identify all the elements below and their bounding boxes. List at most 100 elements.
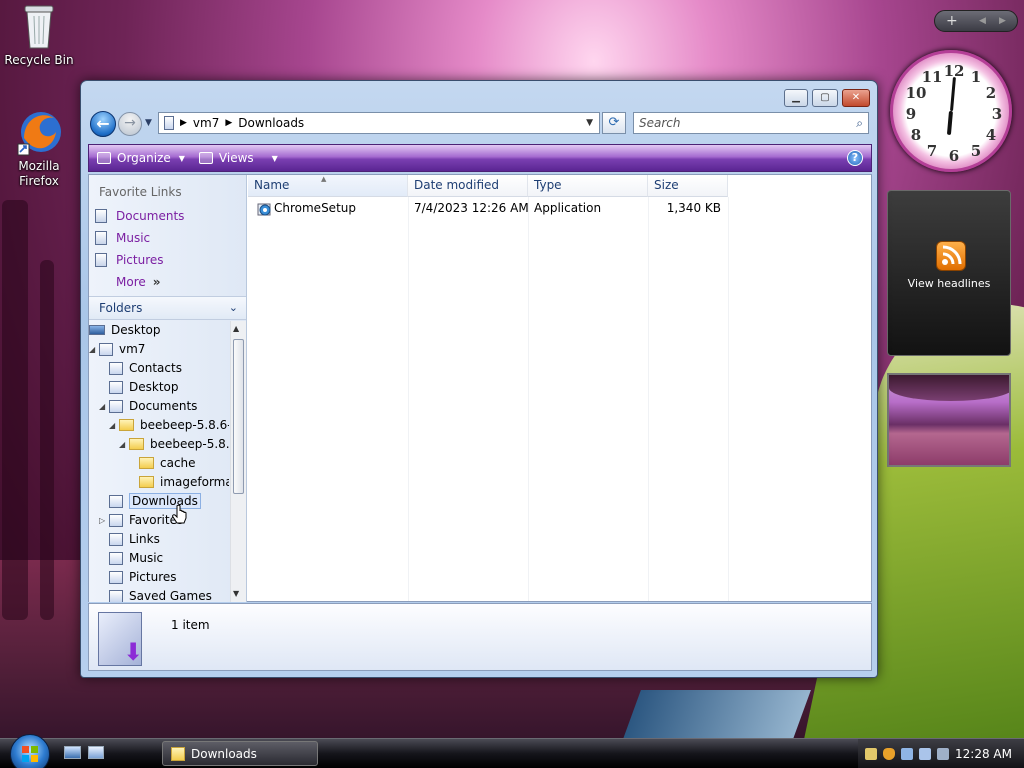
file-name[interactable]: ChromeSetup (274, 199, 356, 217)
tree-item-label: imageformat (160, 475, 229, 489)
chevron-left-icon[interactable]: ◀ (979, 11, 986, 31)
tree-item-desktop-folder[interactable]: Desktop (109, 378, 179, 396)
column-header-label: Name (254, 178, 290, 192)
switch-windows-icon[interactable] (88, 746, 104, 759)
favorite-link-more[interactable]: More » (116, 275, 161, 289)
forward-button[interactable]: → (118, 112, 142, 136)
address-bar[interactable]: ▶ vm7 ▶ Downloads ▼ (158, 112, 600, 134)
search-icon[interactable]: ⌕ (856, 116, 863, 131)
command-bar: Organize ▼ Views ▼ ? (88, 144, 872, 172)
navigation-pane: Favorite Links Documents Music Pictures … (89, 175, 247, 602)
wallpaper-tree (2, 200, 28, 620)
tree-item-beebeep-parent[interactable]: ◢ beebeep-5.8.6-q (109, 416, 229, 434)
column-header-label: Size (654, 178, 679, 192)
sort-ascending-icon: ▲ (321, 175, 327, 183)
views-button[interactable]: Views ▼ (198, 151, 278, 165)
column-header-name[interactable]: Name ▲ (248, 175, 408, 197)
scrollbar-thumb[interactable] (233, 339, 244, 494)
organize-button[interactable]: Organize ▼ (97, 151, 185, 165)
folder-tree-scrollbar[interactable]: ▲ ▼ (230, 321, 246, 602)
search-input[interactable]: Search (639, 116, 681, 130)
slideshow-gadget[interactable] (887, 373, 1011, 467)
close-button[interactable]: ✕ (842, 89, 870, 107)
tree-item-label: Music (129, 551, 164, 565)
tree-item-vm7[interactable]: ◢ vm7 (89, 340, 145, 358)
breadcrumb-separator-icon[interactable]: ▶ (225, 118, 232, 128)
sidebar-controls[interactable]: + ◀ ▶ (934, 10, 1018, 32)
file-type: Application (534, 201, 602, 215)
taskbar-clock[interactable]: 12:28 AM (955, 747, 1012, 761)
clock-number: 11 (921, 68, 943, 86)
tree-item-documents[interactable]: ◢ Documents (99, 397, 197, 415)
chevron-right-icon[interactable]: ▶ (999, 11, 1006, 31)
minimize-button[interactable]: ▁ (784, 89, 808, 107)
column-header-type[interactable]: Type (528, 175, 648, 197)
breadcrumb-item[interactable]: vm7 (193, 116, 219, 130)
folder-icon (119, 419, 134, 431)
tree-item-desktop[interactable]: Desktop (89, 321, 161, 339)
expanded-arrow-icon[interactable]: ◢ (119, 440, 129, 449)
music-icon (95, 231, 107, 245)
collapsed-arrow-icon[interactable]: ▷ (99, 516, 109, 525)
expanded-arrow-icon[interactable]: ◢ (99, 402, 109, 411)
column-header-size[interactable]: Size (648, 175, 728, 197)
pictures-icon (109, 570, 123, 584)
tree-item-cache[interactable]: cache (139, 454, 196, 472)
taskbar-button-downloads[interactable]: Downloads (162, 741, 318, 766)
add-gadget-button[interactable]: + (946, 11, 958, 31)
volume-icon[interactable] (937, 747, 950, 760)
scroll-up-icon[interactable]: ▲ (233, 324, 239, 333)
expanded-arrow-icon[interactable]: ◢ (109, 421, 119, 430)
view-headlines-label[interactable]: View headlines (888, 277, 1010, 290)
breadcrumb-item[interactable]: Downloads (238, 116, 304, 130)
clock-number: 5 (970, 142, 982, 160)
maximize-button[interactable]: ▢ (812, 89, 838, 107)
tree-item-pictures[interactable]: Pictures (109, 568, 177, 586)
desktop-icon-firefox[interactable]: Mozilla Firefox (1, 108, 77, 189)
views-label: Views (218, 151, 254, 165)
folder-icon (171, 746, 185, 761)
tree-item-label: Downloads (129, 493, 201, 509)
tree-item-saved-games[interactable]: Saved Games (109, 587, 212, 602)
favorite-link-music[interactable]: Music (95, 231, 150, 245)
file-list: Name ▲ Date modified Type Size ChromeSetu… (248, 175, 872, 602)
tree-item-imageformats[interactable]: imageformat (139, 473, 229, 491)
column-header-date-modified[interactable]: Date modified (408, 175, 528, 197)
desktop-icon-label: Mozilla Firefox (18, 159, 60, 188)
clock-number: 8 (910, 126, 922, 144)
scroll-down-icon[interactable]: ▼ (233, 589, 239, 598)
tree-item-music[interactable]: Music (109, 549, 163, 567)
start-button[interactable] (10, 734, 50, 768)
folders-header[interactable]: Folders ⌄ (89, 296, 246, 320)
tray-settings-icon[interactable] (865, 747, 878, 760)
clock-number: 2 (985, 84, 997, 102)
clock-gadget[interactable]: 12 1 2 3 4 5 6 7 8 9 10 11 (890, 50, 1012, 172)
display-icon[interactable] (919, 747, 932, 760)
rss-icon (936, 241, 966, 271)
tree-item-links[interactable]: Links (109, 530, 160, 548)
favorite-link-documents[interactable]: Documents (95, 209, 184, 223)
favorites-icon (109, 513, 123, 527)
help-button[interactable]: ? (847, 150, 863, 166)
recent-pages-dropdown[interactable]: ▼ (145, 118, 152, 128)
tree-item-contacts[interactable]: Contacts (109, 359, 182, 377)
refresh-button[interactable]: ⟳ (602, 112, 626, 134)
back-arrow-icon: ← (96, 114, 110, 133)
breadcrumb-separator-icon[interactable]: ▶ (180, 118, 187, 128)
favorite-link-pictures[interactable]: Pictures (95, 253, 164, 267)
desktop-icon-recycle-bin[interactable]: Recycle Bin (1, 2, 77, 68)
feed-headlines-gadget[interactable]: View headlines (887, 190, 1011, 356)
show-desktop-icon[interactable] (64, 746, 81, 759)
windows-logo-icon (22, 746, 38, 762)
network-icon[interactable] (901, 747, 914, 760)
address-dropdown-icon[interactable]: ▼ (586, 118, 593, 128)
back-button[interactable]: ← (90, 111, 116, 137)
tree-item-beebeep-child[interactable]: ◢ beebeep-5.8.6- (119, 435, 229, 453)
column-header-label: Type (534, 178, 562, 192)
expanded-arrow-icon[interactable]: ◢ (89, 345, 99, 354)
tree-item-favorites[interactable]: ▷ Favorites (99, 511, 183, 529)
item-count: 1 item (171, 618, 210, 632)
security-shield-icon[interactable] (883, 747, 896, 760)
tree-item-label: Contacts (129, 361, 182, 375)
search-box[interactable]: Search ⌕ (633, 112, 869, 134)
